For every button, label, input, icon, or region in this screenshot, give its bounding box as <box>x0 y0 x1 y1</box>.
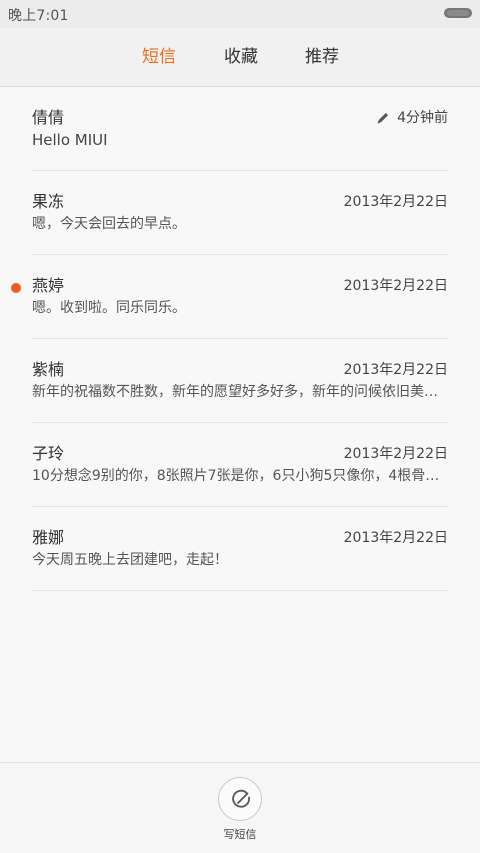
conversation-item[interactable]: 雅娜 2013年2月22日 今天周五晚上去团建吧，走起！ <box>32 507 448 591</box>
message-preview: Hello MIUI <box>32 131 108 149</box>
conversation-item[interactable]: 倩倩 4分钟前 Hello MIUI <box>32 87 448 171</box>
message-time: 2013年2月22日 <box>343 278 448 294</box>
message-time: 2013年2月22日 <box>343 362 448 378</box>
compose-icon <box>232 789 250 808</box>
message-preview: 嗯，今天会回去的早点。 <box>32 216 186 232</box>
contact-name: 燕婷 <box>32 276 65 295</box>
contact-name: 子玲 <box>32 444 65 463</box>
tab-favorites[interactable]: 收藏 <box>224 46 258 68</box>
message-preview: 新年的祝福数不胜数，新年的愿望好多好多，新年的问候依旧美好… <box>32 384 448 400</box>
draft-pencil-icon <box>377 113 388 124</box>
contact-name: 雅娜 <box>32 528 65 547</box>
contact-name: 果冻 <box>32 192 65 211</box>
message-preview: 今天周五晚上去团建吧，走起！ <box>32 552 228 568</box>
messaging-screen: 晚上7:01 短信 收藏 推荐 倩倩 4分钟前 Hello MIUI 果冻 20… <box>0 0 480 853</box>
conversation-item[interactable]: 燕婷 2013年2月22日 嗯。收到啦。同乐同乐。 <box>11 255 448 339</box>
compose-button[interactable] <box>218 777 262 821</box>
tab-recommended[interactable]: 推荐 <box>305 46 339 68</box>
message-preview: 嗯。收到啦。同乐同乐。 <box>32 300 186 316</box>
contact-name: 紫楠 <box>32 360 65 379</box>
battery-icon <box>444 8 472 18</box>
conversation-item[interactable]: 子玲 2013年2月22日 10分想念9别的你，8张照片7张是你，6只小狗5只像… <box>32 423 448 507</box>
contact-name: 倩倩 <box>32 108 65 127</box>
tab-sms[interactable]: 短信 <box>142 46 176 68</box>
tab-bar: 短信 收藏 推荐 <box>0 28 480 87</box>
conversation-item[interactable]: 果冻 2013年2月22日 嗯，今天会回去的早点。 <box>32 171 448 255</box>
message-time: 2013年2月22日 <box>343 530 448 546</box>
compose-label: 写短信 <box>223 828 257 841</box>
message-time: 2013年2月22日 <box>343 194 448 210</box>
message-preview: 10分想念9别的你，8张照片7张是你，6只小狗5只像你，4根骨头… <box>32 468 448 484</box>
message-time: 4分钟前 <box>397 110 448 126</box>
unread-dot-icon <box>11 283 21 293</box>
message-time: 2013年2月22日 <box>343 446 448 462</box>
bottom-action-bar: 写短信 <box>0 762 480 853</box>
conversation-item[interactable]: 紫楠 2013年2月22日 新年的祝福数不胜数，新年的愿望好多好多，新年的问候依… <box>32 339 448 423</box>
status-bar: 晚上7:01 <box>0 0 480 28</box>
status-time: 晚上7:01 <box>8 8 69 24</box>
conversation-list: 倩倩 4分钟前 Hello MIUI 果冻 2013年2月22日 嗯，今天会回去… <box>0 87 480 591</box>
